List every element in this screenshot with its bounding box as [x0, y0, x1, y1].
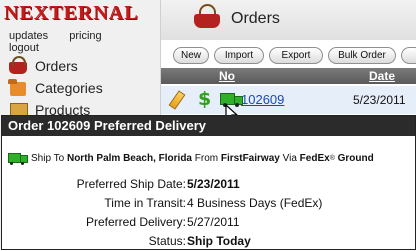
pricing-link[interactable]: pricing [69, 30, 101, 42]
carrier-name: FedEx [299, 153, 330, 164]
table-header: No Date [161, 68, 416, 84]
basket-icon [194, 4, 220, 28]
sidebar-item-orders[interactable]: Orders [0, 55, 160, 77]
delivery-tooltip: Order 102609 Preferred Delivery Ship To … [1, 115, 416, 250]
edit-pencil-icon[interactable] [168, 90, 186, 110]
shipping-service: Ground [337, 153, 374, 164]
column-header-date[interactable]: Date [369, 69, 395, 83]
preferred-delivery-value: 5/27/2011 [187, 215, 240, 229]
time-in-transit-value: 4 Business Days (FedEx) [187, 196, 323, 210]
detail-row: Status: Ship Today [2, 232, 415, 251]
via-label: Via [282, 153, 297, 164]
bulk-order-button[interactable]: Bulk Order [328, 47, 396, 64]
sidebar-nav: Orders Categories Products [0, 55, 160, 121]
sidebar-item-label: Orders [35, 58, 78, 74]
registered-mark: ® [329, 155, 335, 162]
more-button[interactable] [401, 47, 416, 64]
delivery-details: Preferred Ship Date: 5/23/2011 Time in T… [2, 175, 415, 251]
detail-row: Time in Transit: 4 Business Days (FedEx) [2, 194, 415, 213]
categories-icon [8, 79, 27, 96]
preferred-delivery-label: Preferred Delivery: [85, 215, 186, 229]
preferred-ship-date-value: 5/23/2011 [187, 177, 240, 191]
sidebar-item-label: Categories [35, 80, 103, 96]
ship-summary: Ship To North Palm Beach, Florida From F… [8, 153, 374, 165]
page-header: Orders [161, 0, 416, 40]
from-label: From [194, 153, 219, 164]
sidebar-item-categories[interactable]: Categories [0, 77, 160, 99]
new-button[interactable]: New [173, 47, 209, 64]
logout-link[interactable]: logout [9, 42, 39, 54]
page-title: Orders [231, 10, 280, 27]
table-row[interactable]: $ 102609 5/23/2011 [161, 86, 416, 124]
order-date: 5/23/2011 [353, 93, 406, 107]
status-label: Status: [148, 234, 186, 248]
order-number-link[interactable]: 102609 [241, 92, 284, 107]
ship-origin: FirstFairway [220, 153, 280, 164]
payment-dollar-icon[interactable]: $ [198, 88, 211, 110]
nexternal-logo[interactable]: NEXTERNAL [4, 2, 139, 24]
truck-icon [8, 153, 28, 165]
preferred-ship-date-label: Preferred Ship Date: [76, 177, 186, 191]
updates-link[interactable]: updates [9, 30, 48, 42]
basket-icon [9, 56, 27, 74]
import-button[interactable]: Import [214, 47, 264, 64]
top-links: updates pricing logout [9, 30, 160, 54]
ship-destination: North Palm Beach, Florida [66, 153, 192, 164]
time-in-transit-label: Time in Transit: [104, 196, 186, 210]
status-value: Ship Today [187, 234, 251, 248]
toolbar: New Import Export Bulk Order [161, 47, 416, 67]
ship-to-label: Ship To [31, 153, 65, 164]
export-button[interactable]: Export [269, 47, 323, 64]
detail-row: Preferred Ship Date: 5/23/2011 [2, 175, 415, 194]
tooltip-title: Order 102609 Preferred Delivery [2, 116, 415, 138]
column-header-no[interactable]: No [219, 69, 235, 83]
detail-row: Preferred Delivery: 5/27/2011 [2, 213, 415, 232]
